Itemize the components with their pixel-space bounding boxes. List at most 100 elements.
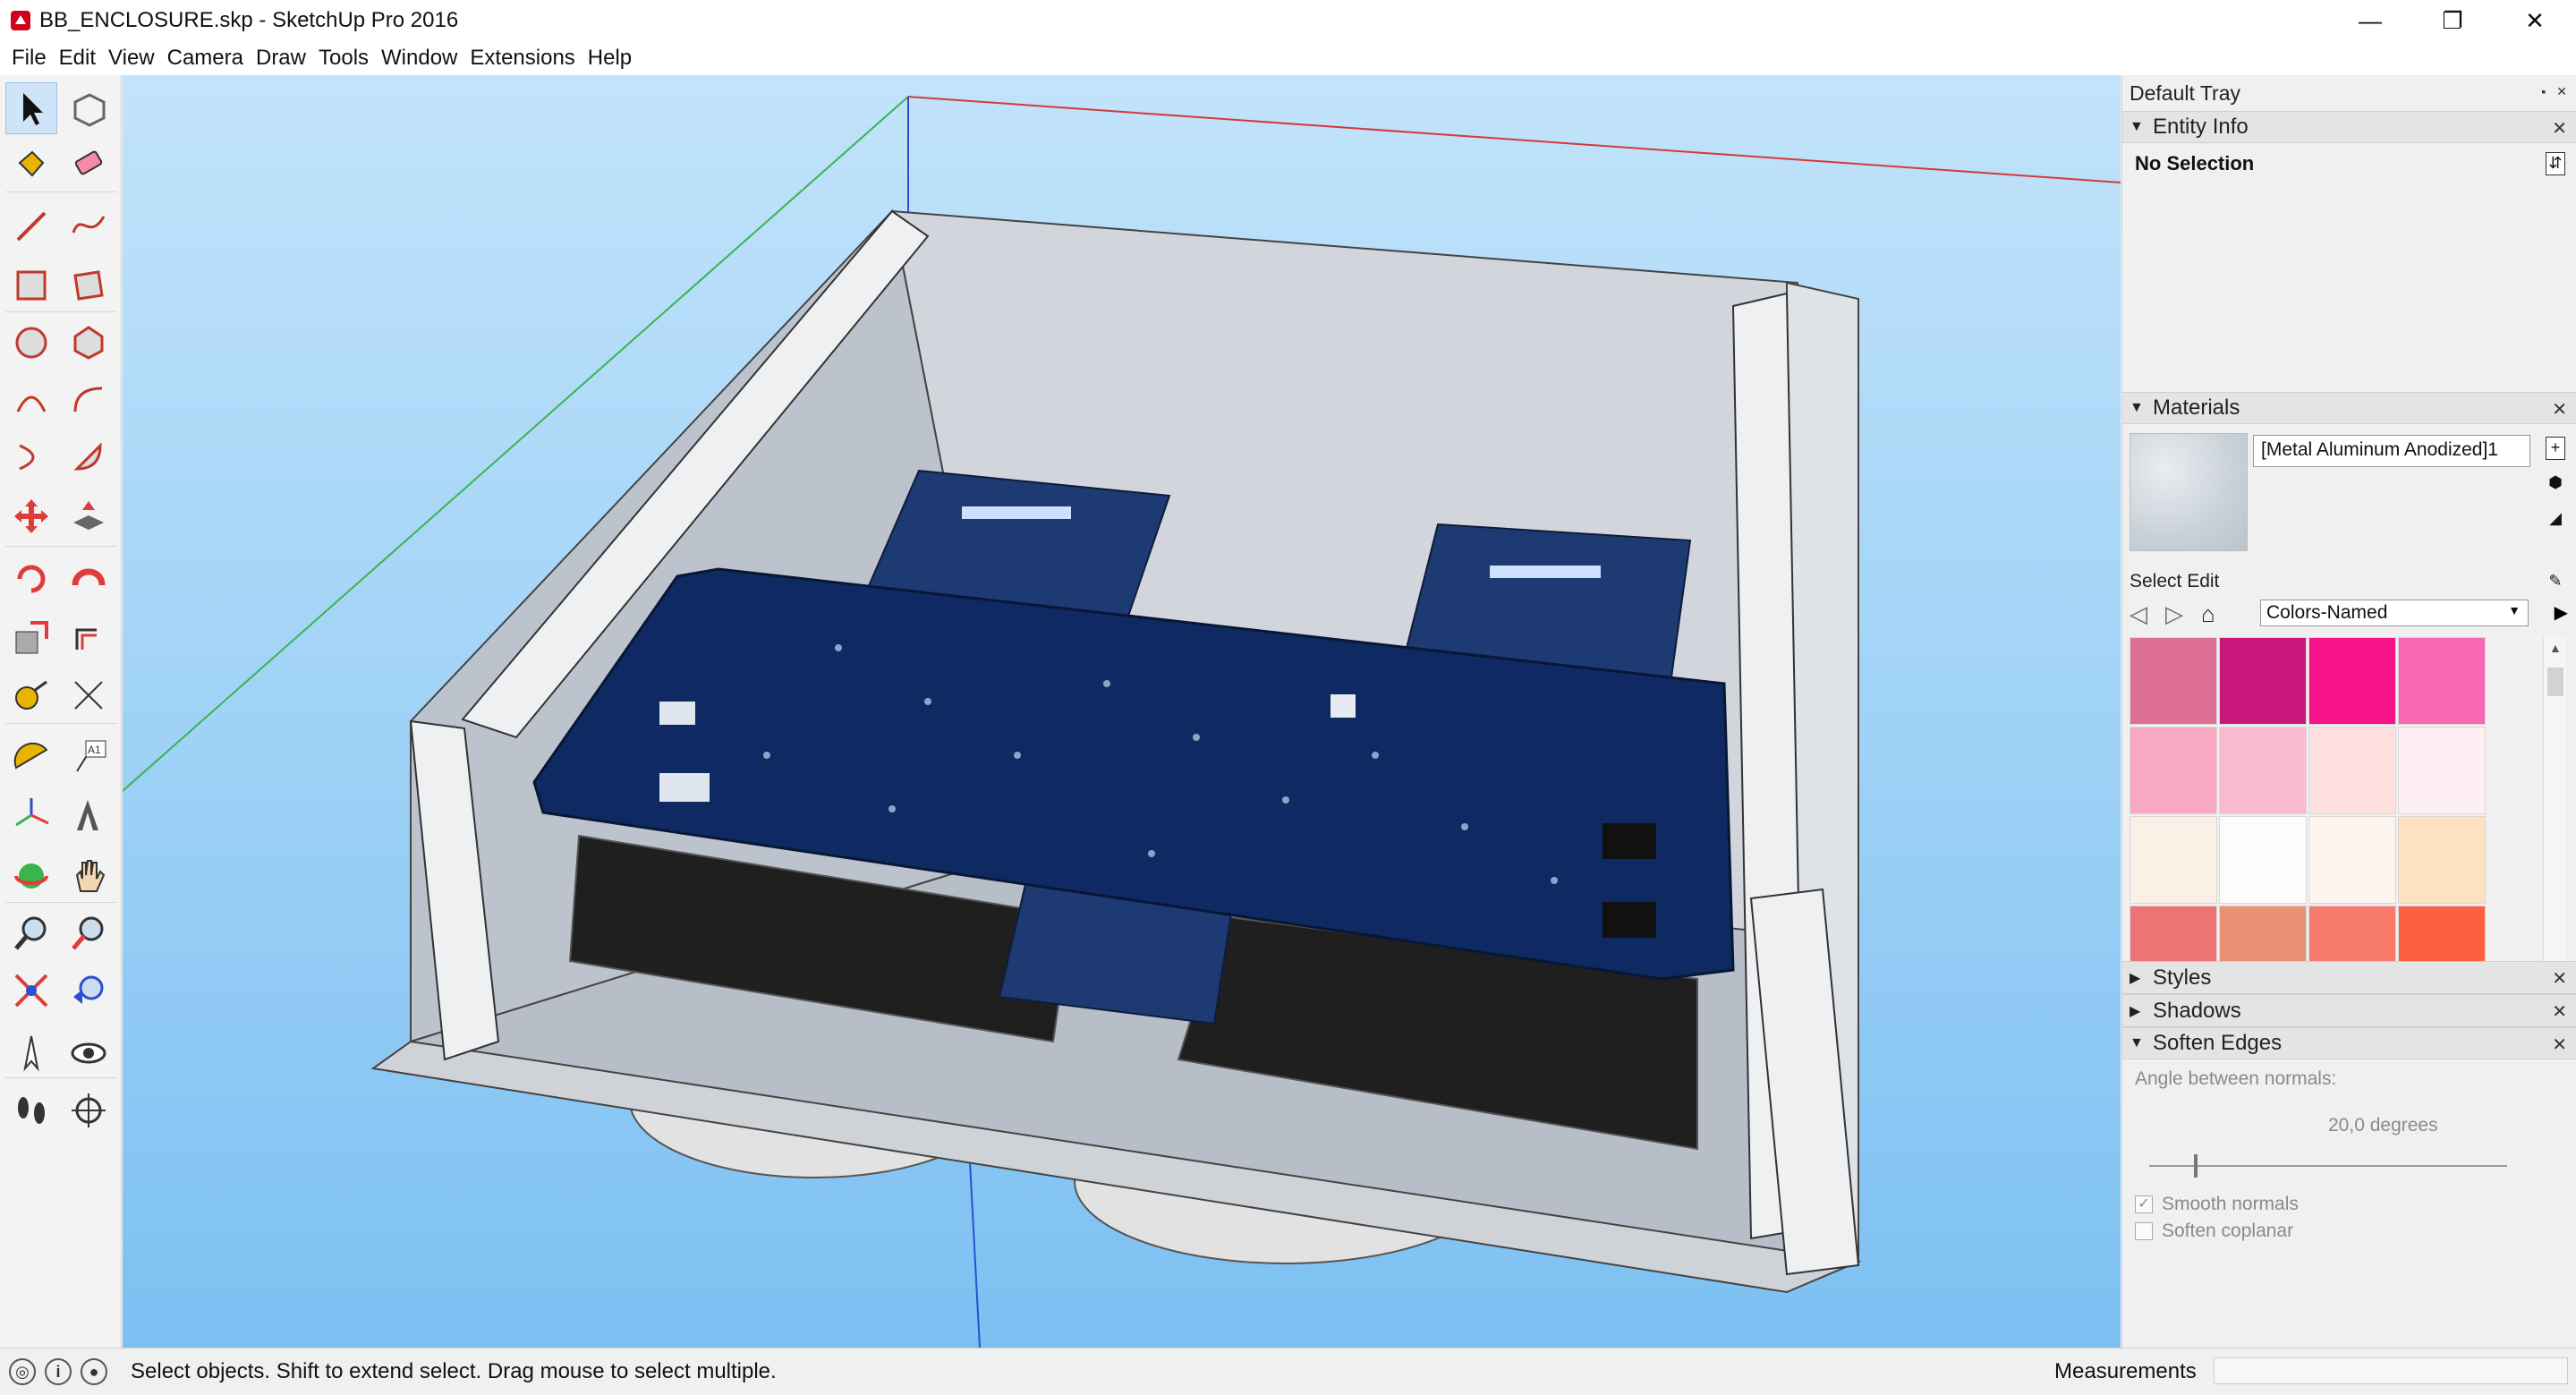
menu-camera[interactable]: Camera <box>161 46 250 71</box>
close-panel-icon[interactable]: ✕ <box>2552 398 2567 421</box>
sample-paint-icon[interactable]: ◢ <box>2546 508 2565 532</box>
rotate-tool-button[interactable] <box>5 553 57 605</box>
soften-edges-header[interactable]: ▼ Soften Edges ✕ <box>2122 1027 2576 1059</box>
make-component-tool-button[interactable] <box>63 82 115 134</box>
entity-info-header[interactable]: ▼ Entity Info ✕ <box>2122 111 2576 143</box>
close-panel-icon[interactable]: ✕ <box>2552 1000 2567 1023</box>
menu-draw[interactable]: Draw <box>250 46 312 71</box>
color-swatch[interactable] <box>2130 727 2217 814</box>
three-point-arc-tool-button[interactable] <box>5 431 57 483</box>
color-swatch[interactable] <box>2398 727 2486 814</box>
text-tool-button[interactable]: A1 <box>63 730 115 782</box>
smooth-normals-row[interactable]: ✓ Smooth normals <box>2135 1194 2299 1215</box>
restore-button[interactable]: ❐ <box>2411 0 2494 41</box>
pie-tool-button[interactable] <box>63 431 115 483</box>
menu-extensions[interactable]: Extensions <box>463 46 581 71</box>
back-arrow-icon[interactable]: ◁ <box>2130 600 2147 628</box>
color-swatch[interactable] <box>2130 637 2217 725</box>
push-pull-tool-button[interactable] <box>63 490 115 542</box>
styles-header[interactable]: ▶ Styles ✕ <box>2122 961 2576 994</box>
measurements-input[interactable] <box>2214 1357 2568 1384</box>
arc-tool-button[interactable] <box>5 374 57 426</box>
geo-location-icon[interactable]: ◎ <box>9 1358 36 1385</box>
menu-edit[interactable]: Edit <box>53 46 102 71</box>
zoom-extents-tool-button[interactable] <box>5 965 57 1016</box>
angle-slider-thumb[interactable] <box>2194 1154 2198 1178</box>
library-dropdown[interactable]: Colors-Named ▼ <box>2260 600 2529 626</box>
two-point-arc-tool-button[interactable] <box>63 374 115 426</box>
menu-help[interactable]: Help <box>582 46 638 71</box>
polygon-tool-button[interactable] <box>63 317 115 369</box>
section-plane-tool-button[interactable] <box>63 1085 115 1136</box>
zoom-tool-button[interactable] <box>5 907 57 959</box>
swatch-scrollbar[interactable]: ▲ ▼ <box>2543 637 2566 995</box>
smooth-normals-checkbox[interactable]: ✓ <box>2135 1195 2153 1213</box>
color-swatch[interactable] <box>2308 816 2396 904</box>
tray-pin-icon[interactable]: ▪ ✕ <box>2541 84 2571 99</box>
color-swatch[interactable] <box>2398 637 2486 725</box>
details-arrow-icon[interactable]: ▶ <box>2555 601 2568 624</box>
eraser-tool-button[interactable] <box>63 138 115 190</box>
red-axis <box>907 96 2121 183</box>
create-material-icon[interactable]: + <box>2546 437 2565 460</box>
color-swatch[interactable] <box>2219 637 2307 725</box>
minimize-button[interactable]: — <box>2329 0 2411 41</box>
angle-slider-track[interactable] <box>2149 1165 2507 1167</box>
select-tool-button[interactable] <box>5 82 57 134</box>
material-name-field[interactable]: [Metal Aluminum Anodized]1 <box>2253 435 2530 467</box>
look-around-tool-button[interactable] <box>63 1027 115 1079</box>
close-panel-icon[interactable]: ✕ <box>2552 967 2567 990</box>
menu-tools[interactable]: Tools <box>312 46 375 71</box>
soften-coplanar-row[interactable]: Soften coplanar <box>2135 1221 2293 1242</box>
menu-view[interactable]: View <box>102 46 161 71</box>
color-swatch[interactable] <box>2219 816 2307 904</box>
move-tool-button[interactable] <box>5 490 57 542</box>
circle-tool-button[interactable] <box>5 317 57 369</box>
pan-tool-button[interactable] <box>63 850 115 902</box>
color-swatch[interactable] <box>2219 727 2307 814</box>
select-edit-tabs[interactable]: Select Edit <box>2130 571 2219 592</box>
axes-tool-button[interactable] <box>5 789 57 841</box>
user-account-icon[interactable]: ● <box>81 1358 107 1385</box>
freehand-tool-button[interactable] <box>63 200 115 252</box>
scroll-thumb[interactable] <box>2547 668 2563 696</box>
previous-view-tool-button[interactable] <box>63 965 115 1016</box>
protractor-tool-button[interactable] <box>5 730 57 782</box>
walk-tool-button[interactable] <box>5 1085 57 1136</box>
menu-window[interactable]: Window <box>375 46 463 71</box>
toggle-details-icon[interactable]: ⇵ <box>2546 152 2565 175</box>
line-tool-button[interactable] <box>5 200 57 252</box>
dimension-tool-button[interactable] <box>63 669 115 721</box>
paint-model-icon[interactable]: ⬢ <box>2546 472 2565 496</box>
color-swatch[interactable] <box>2308 637 2396 725</box>
color-swatch[interactable] <box>2398 816 2486 904</box>
close-button[interactable]: ✕ <box>2494 0 2576 41</box>
menu-file[interactable]: File <box>5 46 53 71</box>
color-swatch[interactable] <box>2130 816 2217 904</box>
drawing-viewport[interactable] <box>123 75 2121 1348</box>
collapsed-triangle-icon: ▶ <box>2130 1003 2141 1019</box>
close-panel-icon[interactable]: ✕ <box>2552 117 2567 140</box>
rectangle-tool-button[interactable] <box>5 259 57 311</box>
follow-me-tool-button[interactable] <box>63 553 115 605</box>
3d-text-tool-button[interactable] <box>63 789 115 841</box>
soften-coplanar-checkbox[interactable] <box>2135 1222 2153 1240</box>
shadows-header[interactable]: ▶ Shadows ✕ <box>2122 994 2576 1027</box>
home-icon[interactable]: ⌂ <box>2201 600 2215 628</box>
position-camera-tool-button[interactable] <box>5 1027 57 1079</box>
color-swatch[interactable] <box>2308 727 2396 814</box>
tape-measure-tool-button[interactable] <box>5 669 57 721</box>
offset-tool-button[interactable] <box>63 612 115 664</box>
scroll-up-icon[interactable]: ▲ <box>2549 641 2562 655</box>
rotated-rectangle-tool-button[interactable] <box>63 259 115 311</box>
scale-tool-button[interactable] <box>5 612 57 664</box>
close-panel-icon[interactable]: ✕ <box>2552 1033 2567 1056</box>
zoom-window-tool-button[interactable] <box>63 907 115 959</box>
text-icon: A1 <box>76 740 106 772</box>
credits-info-icon[interactable]: i <box>45 1358 72 1385</box>
eyedropper-icon[interactable]: ✎ <box>2546 571 2565 594</box>
materials-header[interactable]: ▼ Materials ✕ <box>2122 392 2576 424</box>
forward-arrow-icon[interactable]: ▷ <box>2165 600 2183 628</box>
orbit-tool-button[interactable] <box>5 850 57 902</box>
paint-bucket-tool-button[interactable] <box>5 138 57 190</box>
